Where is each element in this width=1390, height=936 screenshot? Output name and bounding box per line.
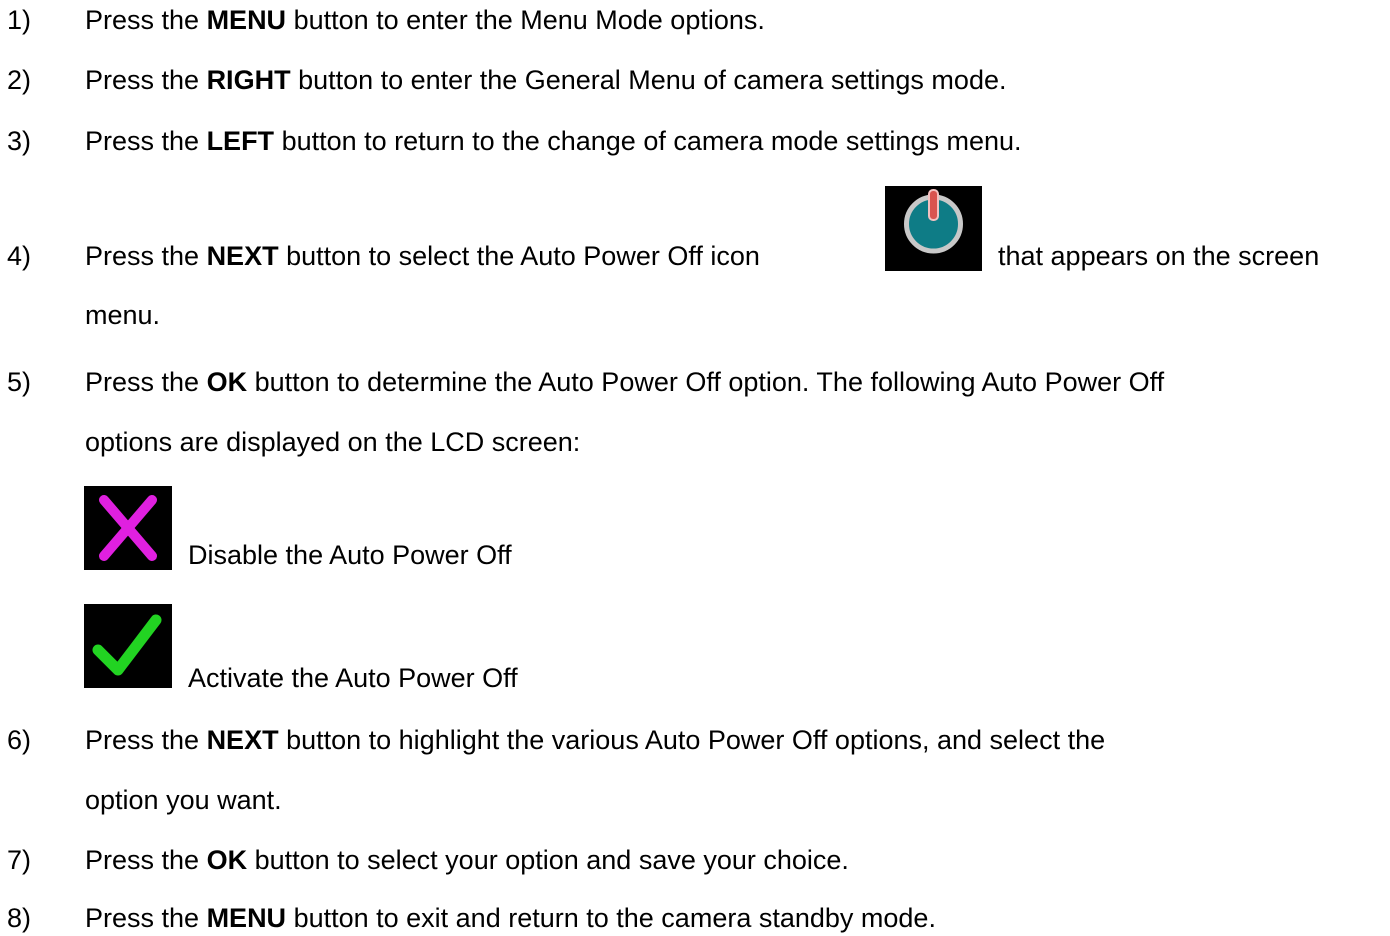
step-text: Press the NEXT button to select the Auto… (85, 241, 760, 271)
step-text: Press the LEFT button to return to the c… (85, 126, 1022, 156)
step-number: 1) (7, 5, 32, 35)
step-text: Press the MENU button to exit and return… (85, 903, 936, 933)
option-label-activate: Activate the Auto Power Off (188, 663, 518, 693)
key-name: RIGHT (206, 65, 291, 95)
key-name: NEXT (206, 241, 279, 271)
step-text: Press the NEXT button to highlight the v… (85, 725, 1106, 755)
power-icon (885, 186, 982, 271)
x-disable-icon (84, 486, 172, 570)
step-4-continuation: menu. (85, 300, 161, 330)
step-text: Press the OK button to select your optio… (85, 845, 849, 875)
key-name: MENU (206, 5, 287, 35)
key-name: NEXT (206, 725, 279, 755)
step-number: 3) (7, 126, 32, 156)
step-number: 2) (7, 65, 32, 95)
step-number: 6) (7, 725, 32, 755)
option-label-disable: Disable the Auto Power Off (188, 540, 512, 570)
step-text-continued: that appears on the screen (998, 241, 1320, 271)
step-text: Press the MENU button to enter the Menu … (85, 5, 765, 35)
key-name: LEFT (206, 126, 275, 156)
key-name: MENU (206, 903, 287, 933)
step-5-continuation: options are displayed on the LCD screen: (85, 427, 581, 457)
step-number: 7) (7, 845, 32, 875)
checkmark-activate-icon (84, 604, 172, 688)
key-name: OK (206, 845, 248, 875)
step-number: 8) (7, 903, 32, 933)
step-text: Press the OK button to determine the Aut… (85, 367, 1165, 397)
step-text: Press the RIGHT button to enter the Gene… (85, 65, 1007, 95)
step-number: 4) (7, 241, 32, 271)
step-number: 5) (7, 367, 32, 397)
key-name: OK (206, 367, 248, 397)
step-6-continuation: option you want. (85, 785, 282, 815)
